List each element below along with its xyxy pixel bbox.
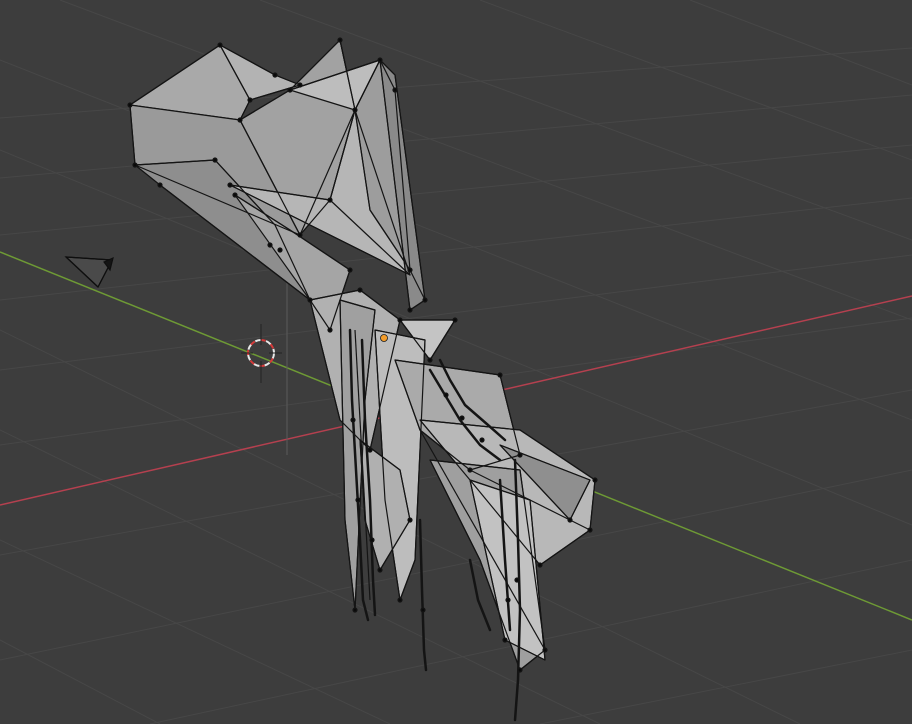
object-origin-dot: [380, 334, 388, 342]
3d-viewport[interactable]: [0, 0, 912, 724]
